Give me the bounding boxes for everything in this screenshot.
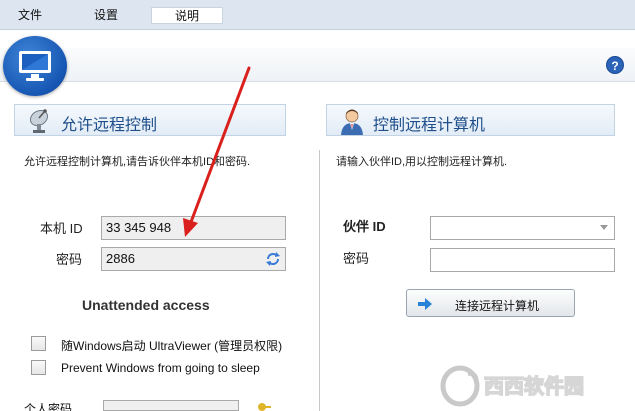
- start-with-windows-label: 随Windows启动 UltraViewer (管理员权限): [61, 339, 283, 353]
- my-id-field[interactable]: 33 345 948: [101, 216, 286, 240]
- prevent-sleep-label: Prevent Windows from going to sleep: [61, 361, 260, 375]
- control-section-title: 控制远程计算机: [373, 115, 486, 134]
- arrow-right-icon: [417, 297, 433, 314]
- watermark-text: 西西软件园: [484, 374, 584, 398]
- menu-settings[interactable]: 设置: [90, 7, 122, 24]
- partner-id-label: 伙伴 ID: [343, 219, 386, 234]
- menu-help[interactable]: 说明: [151, 7, 223, 24]
- satellite-dish-icon: [27, 108, 53, 137]
- partner-password-label: 密码: [343, 251, 370, 266]
- header-strip: [0, 48, 635, 82]
- control-description: 请输入伙伴ID,用以控制远程计算机.: [336, 156, 508, 168]
- section-divider: [319, 150, 320, 411]
- user-icon: [339, 108, 365, 139]
- allow-section-title: 允许远程控制: [61, 115, 158, 134]
- help-icon[interactable]: ?: [606, 56, 624, 74]
- partner-password-field[interactable]: [430, 248, 615, 272]
- allow-section-header: 允许远程控制: [14, 104, 286, 136]
- connect-button-label: 连接远程计算机: [455, 299, 540, 313]
- menu-file[interactable]: 文件: [14, 7, 46, 24]
- my-password-field[interactable]: 2886: [101, 247, 286, 271]
- control-section-header: 控制远程计算机: [326, 104, 615, 136]
- personal-password-label: 个人密码: [24, 402, 73, 411]
- my-id-label: 本机 ID: [40, 221, 83, 236]
- chevron-down-icon[interactable]: [600, 225, 608, 230]
- my-password-label: 密码: [56, 252, 83, 267]
- menu-bar: 文件 设置 说明: [0, 0, 635, 30]
- watermark-logo: 西西软件园: [438, 362, 628, 408]
- partner-id-dropdown[interactable]: [430, 216, 615, 240]
- personal-password-field[interactable]: [103, 400, 239, 411]
- allow-description: 允许远程控制计算机,请告诉伙伴本机ID和密码.: [24, 156, 251, 168]
- my-password-value: 2886: [106, 251, 135, 266]
- start-with-windows-checkbox[interactable]: [31, 336, 46, 351]
- refresh-icon[interactable]: [265, 251, 281, 270]
- app-logo: [3, 36, 67, 96]
- key-icon[interactable]: [257, 401, 271, 411]
- unattended-access-title: Unattended access: [82, 297, 210, 313]
- prevent-sleep-checkbox[interactable]: [31, 360, 46, 375]
- monitor-icon: [19, 51, 51, 81]
- connect-button[interactable]: 连接远程计算机: [406, 289, 575, 317]
